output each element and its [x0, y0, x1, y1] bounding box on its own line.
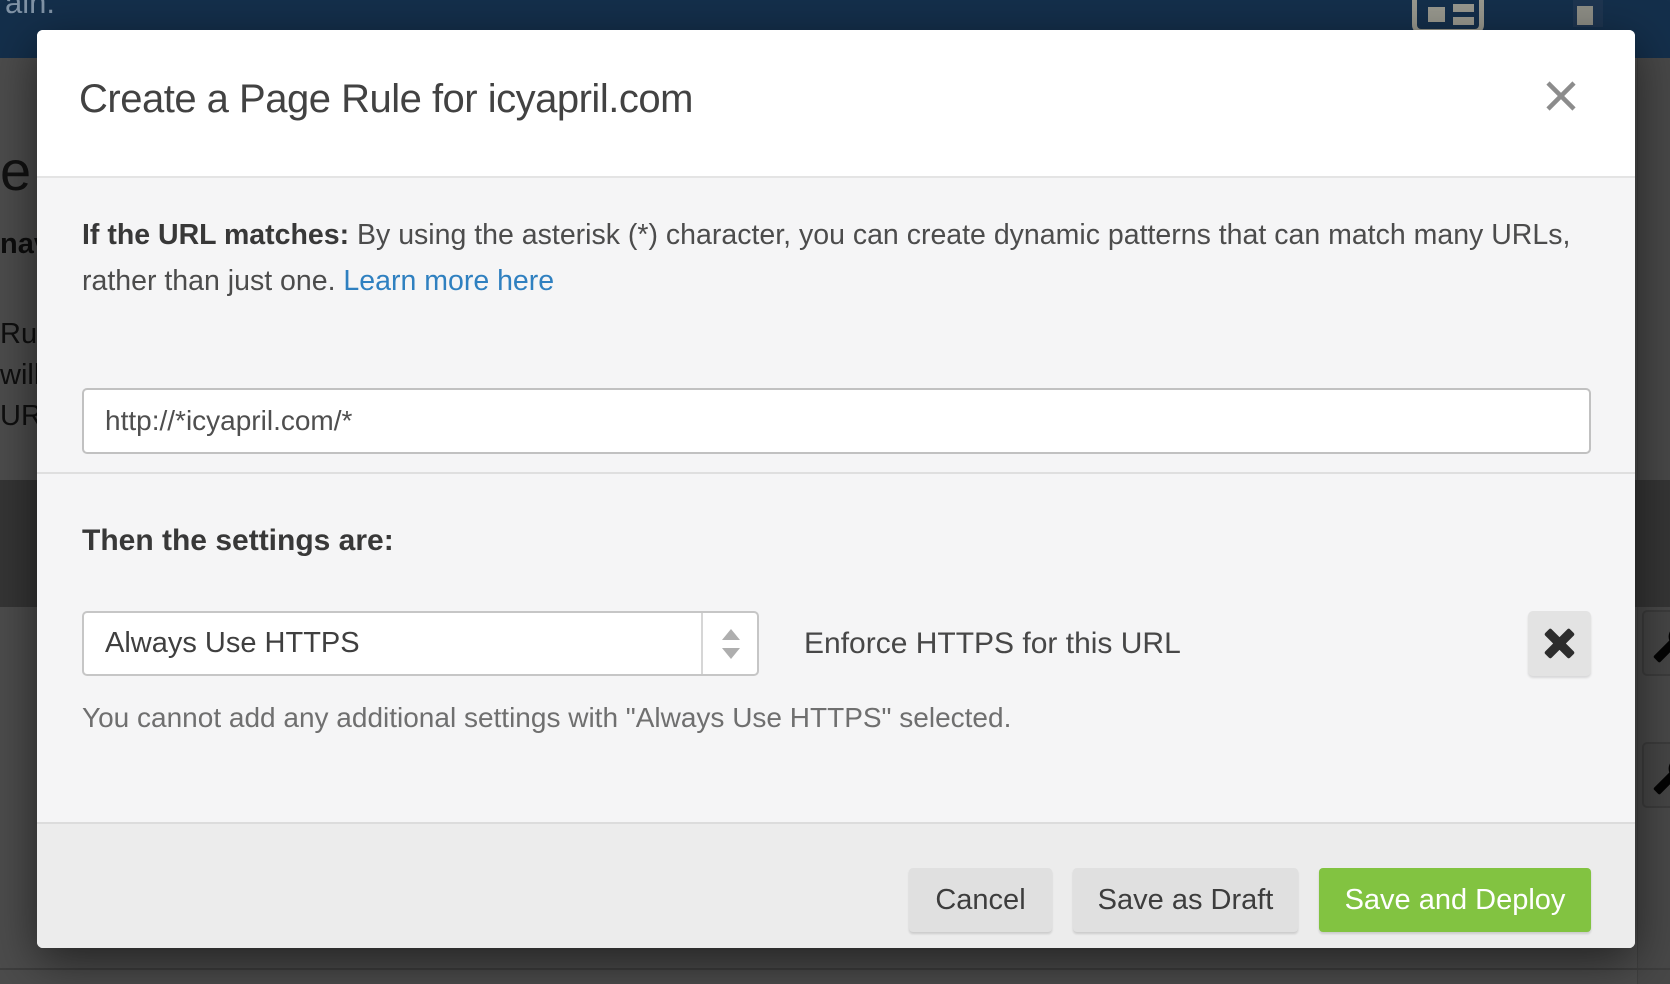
- save-draft-button[interactable]: Save as Draft: [1073, 868, 1298, 932]
- layout-grid-icon-bar: [1453, 17, 1474, 25]
- settings-section: Then the settings are: Always Use HTTPS …: [37, 472, 1635, 822]
- modal-footer: Cancel Save as Draft Save and Deploy: [37, 822, 1635, 948]
- close-icon: [1545, 80, 1577, 112]
- layout-grid-icon-block: [1428, 7, 1445, 22]
- settings-heading: Then the settings are:: [82, 524, 394, 558]
- top-bar-text-fragment: ain.: [5, 0, 55, 21]
- layout-grid-icon-bar: [1453, 4, 1474, 12]
- modal-title: Create a Page Rule for icyapril.com: [79, 77, 693, 122]
- create-page-rule-modal: Create a Page Rule for icyapril.com If t…: [37, 30, 1635, 948]
- chevron-down-icon: [722, 648, 740, 659]
- select-stepper[interactable]: [701, 613, 757, 674]
- url-match-section: If the URL matches: By using the asteris…: [37, 176, 1635, 472]
- learn-more-link[interactable]: Learn more here: [343, 265, 554, 297]
- setting-select-value: Always Use HTTPS: [105, 613, 360, 674]
- setting-description: Enforce HTTPS for this URL: [804, 611, 1181, 676]
- url-pattern-input[interactable]: [82, 388, 1591, 454]
- panel-icon-fragment: [1573, 0, 1603, 27]
- modal-header: Create a Page Rule for icyapril.com: [37, 30, 1635, 176]
- save-deploy-button[interactable]: Save and Deploy: [1319, 868, 1591, 932]
- helper-text: You cannot add any additional settings w…: [82, 702, 1011, 734]
- cancel-button[interactable]: Cancel: [909, 868, 1052, 932]
- layout-grid-icon: [1412, 0, 1484, 34]
- setting-row: Always Use HTTPS Enforce HTTPS for this …: [82, 611, 1591, 676]
- close-button[interactable]: [1533, 68, 1589, 124]
- panel-icon-chip: [1577, 6, 1593, 25]
- url-match-label: If the URL matches:: [82, 219, 349, 251]
- url-match-paragraph: If the URL matches: By using the asteris…: [82, 212, 1578, 304]
- chevron-up-icon: [722, 629, 740, 640]
- remove-setting-button[interactable]: [1528, 611, 1591, 676]
- setting-select[interactable]: Always Use HTTPS: [82, 611, 759, 676]
